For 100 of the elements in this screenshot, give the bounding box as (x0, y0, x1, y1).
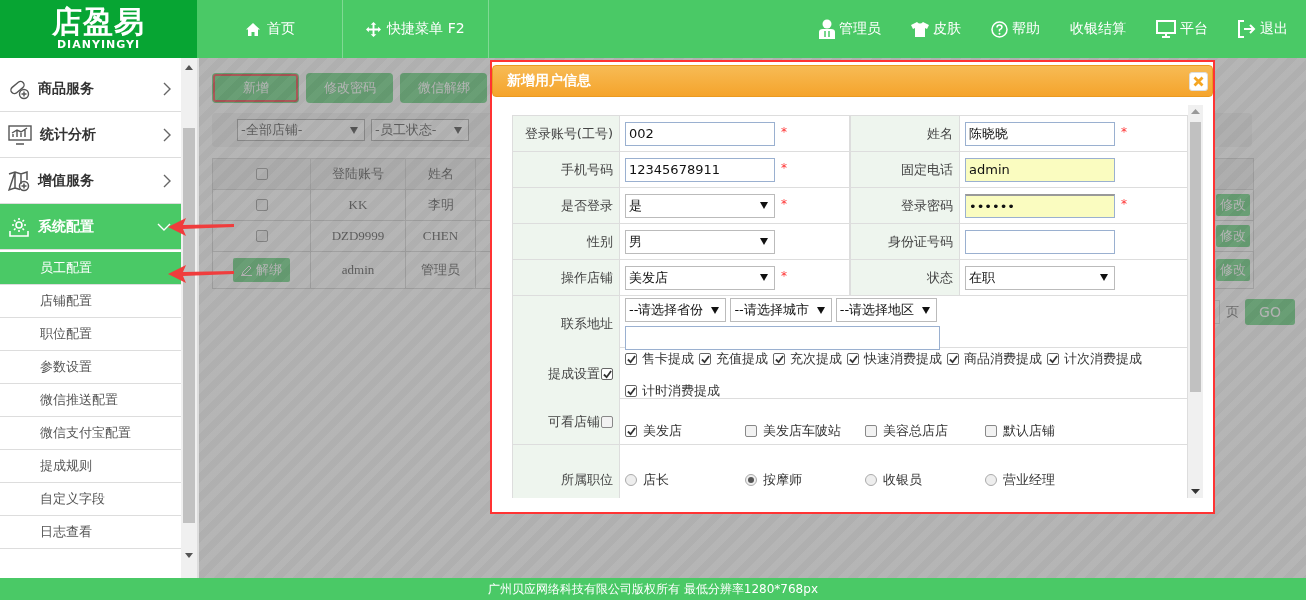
input-field[interactable]: 陈晓晓 (965, 121, 1115, 146)
scroll-up-arrow-icon[interactable] (184, 64, 194, 70)
checkbox-label: 计次消费提成 (1064, 350, 1142, 368)
checkbox[interactable] (745, 425, 757, 437)
settings-icon (8, 215, 30, 238)
table-cell: CHEN (406, 221, 476, 251)
checkbox[interactable] (1047, 353, 1059, 365)
radio-label: 按摩师 (763, 471, 802, 489)
dropdown-arrow-icon (711, 306, 720, 314)
table-header-cell: 登陆账号 (311, 159, 406, 189)
checkbox[interactable] (255, 230, 268, 242)
checkbox[interactable] (985, 425, 997, 437)
user-icon (819, 19, 835, 39)
scroll-down-arrow-icon[interactable] (184, 553, 194, 559)
scrollbar[interactable] (1188, 105, 1203, 498)
checkbox[interactable] (947, 353, 959, 365)
chevron-right-icon (163, 81, 171, 96)
checkbox[interactable] (625, 425, 637, 437)
dropdown-arrow-icon (1100, 274, 1108, 281)
required-mark: * (1121, 125, 1127, 139)
radio-label: 营业经理 (1003, 471, 1055, 489)
checkbox[interactable] (255, 199, 268, 211)
field-label: 性别 (587, 232, 613, 251)
dropdown-arrow-icon (760, 202, 768, 209)
select-field[interactable]: --请选择地区 (835, 298, 938, 322)
field-label: 是否登录 (561, 196, 613, 215)
checkbox-label: 充值提成 (716, 350, 768, 368)
select-field[interactable]: 在职 (965, 265, 1115, 290)
checkbox-label: 充次提成 (790, 350, 842, 368)
required-mark: * (781, 269, 787, 283)
checkbox-label: 商品消费提成 (964, 350, 1042, 368)
close-button[interactable] (1189, 71, 1208, 91)
select-field[interactable]: --请选择省份 (625, 298, 727, 322)
scroll-down-arrow-icon[interactable] (1191, 489, 1200, 494)
shirt-icon (911, 21, 929, 37)
table-cell: DZD9999 (311, 221, 406, 251)
checkbox[interactable] (773, 353, 785, 365)
field-label: 提成设置 (548, 365, 600, 383)
required-mark: * (781, 125, 787, 139)
input-field[interactable] (625, 326, 940, 350)
field-label: 身份证号码 (888, 232, 953, 251)
input-field[interactable]: 12345678911 (625, 157, 775, 182)
logo-subtitle: DIANYINGYI (56, 38, 141, 52)
chart-icon (8, 124, 32, 145)
select-field[interactable]: --请选择城市 (730, 298, 832, 322)
required-mark: * (781, 161, 787, 175)
checkbox[interactable] (601, 368, 613, 380)
checkbox-label: 美发店车陂站 (763, 422, 841, 440)
field-label: 操作店铺 (561, 268, 613, 287)
input-field[interactable] (965, 229, 1115, 254)
checkbox-label: 默认店铺 (1003, 422, 1055, 440)
checkbox[interactable] (255, 168, 268, 180)
page-label: 页 (1226, 303, 1239, 321)
field-label: 登录密码 (901, 196, 953, 215)
input-field[interactable]: 002 (625, 121, 775, 146)
required-mark: * (1121, 197, 1127, 211)
checkbox-label: 美发店 (643, 422, 682, 440)
footer-bar: 广州贝应网络科技有限公司版权所有 最低分辨率1280*768px (0, 578, 1306, 600)
dropdown-arrow-icon (760, 238, 768, 245)
monitor-icon (1156, 20, 1176, 38)
logout-icon (1238, 20, 1256, 38)
input-field[interactable]: •••••• (965, 193, 1115, 218)
checkbox-label: 美容总店店 (883, 422, 948, 440)
field-label: 可看店铺 (548, 412, 600, 431)
select-field[interactable]: 美发店 (625, 265, 775, 290)
select-field[interactable]: 男 (625, 229, 775, 254)
sidebar-item[interactable]: 统计分析 (0, 112, 181, 158)
field-label: 固定电话 (901, 160, 953, 179)
dropdown-arrow-icon (922, 306, 931, 314)
checkbox[interactable] (601, 415, 613, 428)
checkbox[interactable] (699, 353, 711, 365)
chevron-right-icon (163, 127, 171, 142)
radio-button[interactable] (865, 474, 877, 486)
field-label: 登录账号(工号) (524, 124, 613, 143)
field-label: 所属职位 (561, 471, 613, 489)
checkbox-label: 计时消费提成 (642, 382, 720, 400)
dropdown-arrow-icon (816, 306, 825, 314)
radio-button[interactable] (745, 474, 757, 486)
table-header-cell: 姓名 (406, 159, 476, 189)
map-icon (8, 169, 30, 192)
field-label: 手机号码 (561, 160, 613, 179)
input-field[interactable]: admin (965, 157, 1115, 182)
select-field[interactable]: 是 (625, 193, 775, 218)
checkbox[interactable] (865, 425, 877, 437)
move-icon (366, 21, 382, 37)
field-label: 状态 (927, 268, 953, 287)
required-mark: * (781, 197, 787, 211)
dropdown-arrow-icon (760, 274, 768, 281)
table-cell: KK (311, 190, 406, 220)
table-cell: 管理员 (406, 252, 476, 288)
radio-button[interactable] (625, 474, 637, 486)
radio-button[interactable] (985, 474, 997, 486)
table-cell: admin (311, 252, 406, 288)
checkbox[interactable] (625, 385, 637, 397)
checkbox[interactable] (847, 353, 859, 365)
dropdown-arrow-icon (350, 126, 358, 134)
dialog-title: 新增用户信息 (507, 72, 591, 90)
checkbox[interactable] (625, 353, 637, 365)
radio-label: 收银员 (883, 471, 922, 489)
table-cell: 李明 (406, 190, 476, 220)
